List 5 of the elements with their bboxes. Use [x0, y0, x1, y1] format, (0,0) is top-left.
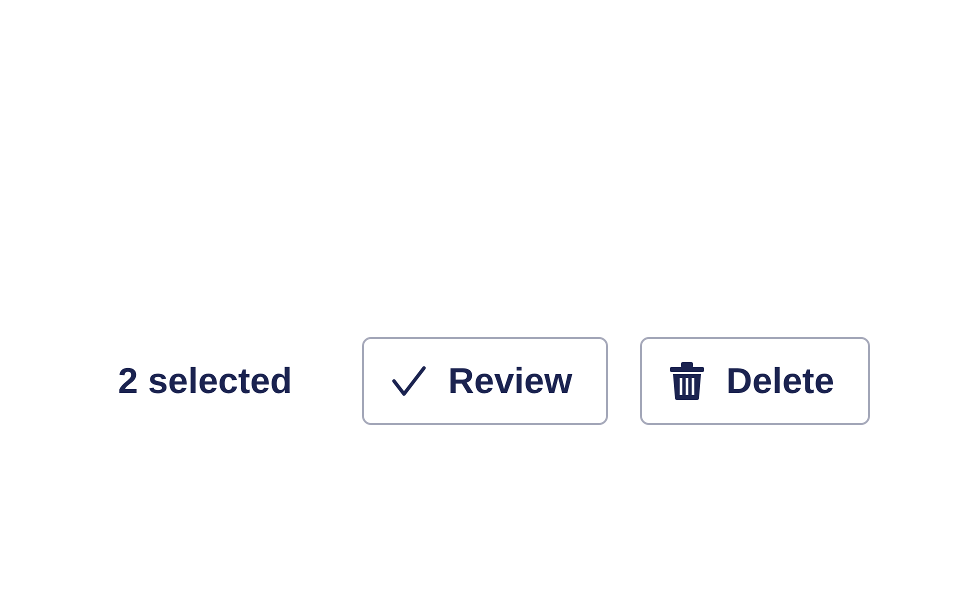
delete-button[interactable]: Delete: [640, 337, 870, 425]
checkmark-icon: [392, 366, 426, 396]
trash-icon: [670, 362, 704, 400]
selection-count: 2 selected: [118, 360, 292, 402]
review-button[interactable]: Review: [362, 337, 608, 425]
